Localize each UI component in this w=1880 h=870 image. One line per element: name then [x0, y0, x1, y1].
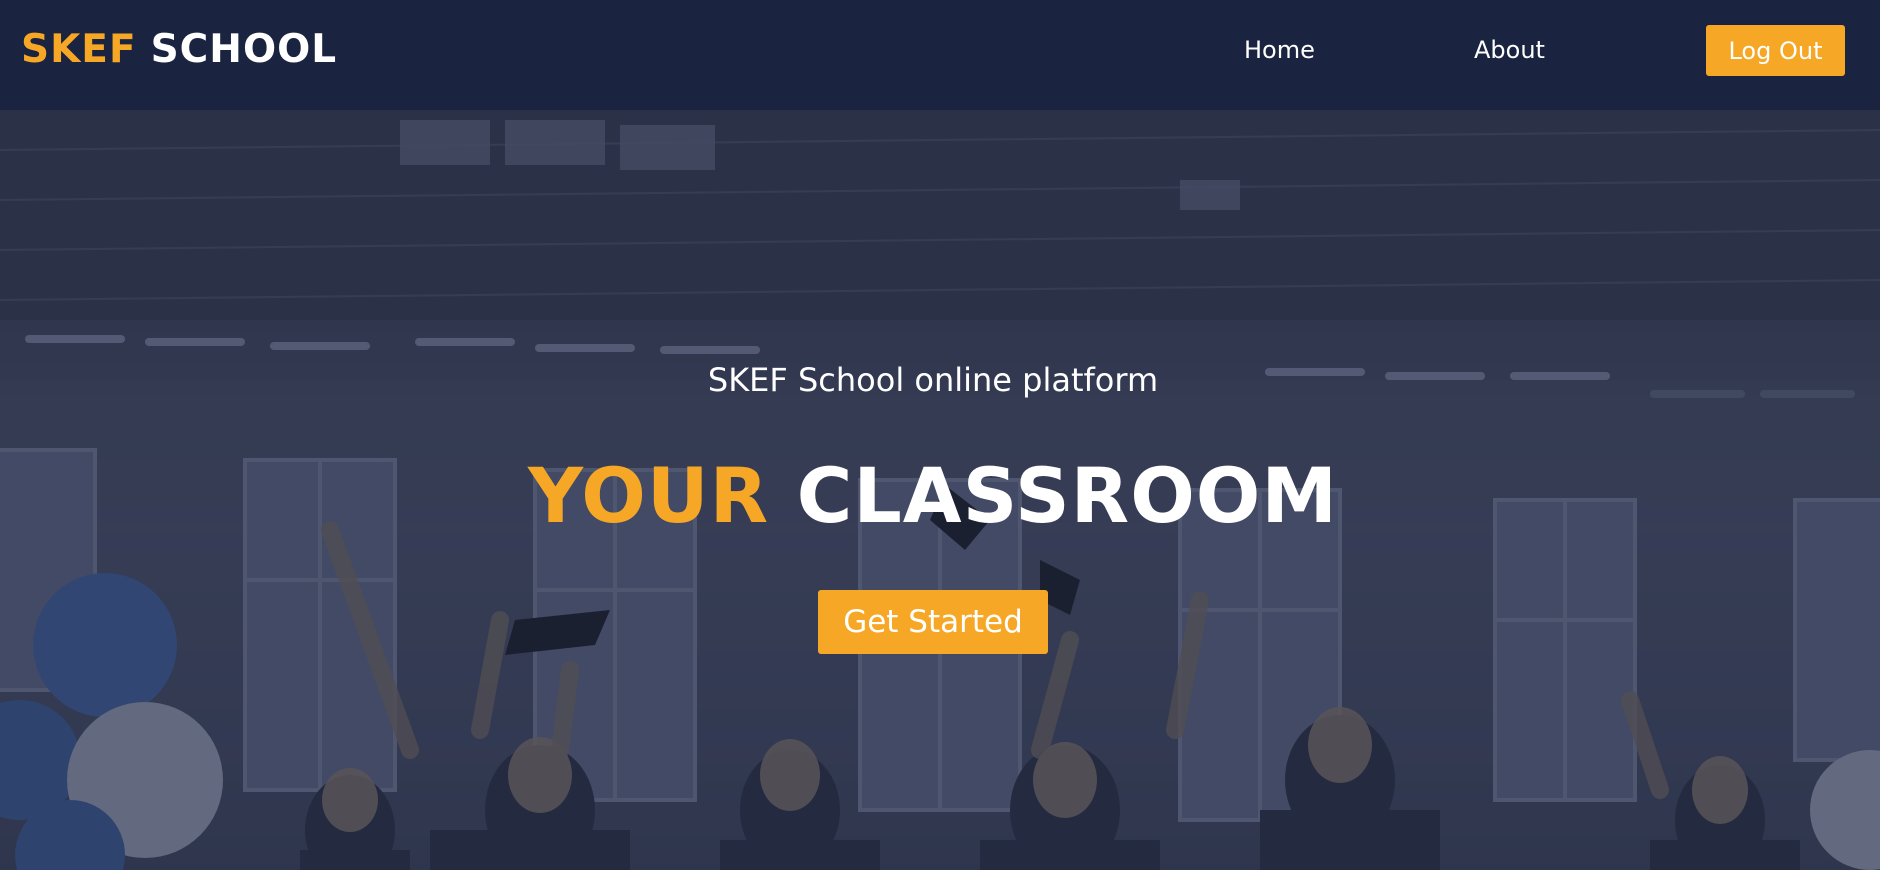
hero-section: SKEF School online platform YOUR CLASSRO… — [0, 110, 1880, 870]
top-navbar: SKEF SCHOOL Home About Log Out — [0, 0, 1880, 110]
logo-accent-word: SKEF — [21, 27, 137, 72]
hero-title-accent: YOUR — [527, 451, 770, 540]
nav-link-about[interactable]: About — [1474, 34, 1545, 66]
get-started-button[interactable]: Get Started — [818, 590, 1048, 654]
hero-subtitle: SKEF School online platform — [707, 361, 1159, 399]
nav-link-home[interactable]: Home — [1244, 34, 1315, 66]
hero-title-main: CLASSROOM — [796, 451, 1339, 540]
logo-main-word: SCHOOL — [150, 27, 338, 72]
hero-title: YOUR CLASSROOM — [0, 450, 1866, 542]
logout-button[interactable]: Log Out — [1706, 25, 1845, 76]
site-logo[interactable]: SKEF SCHOOL — [21, 27, 337, 73]
